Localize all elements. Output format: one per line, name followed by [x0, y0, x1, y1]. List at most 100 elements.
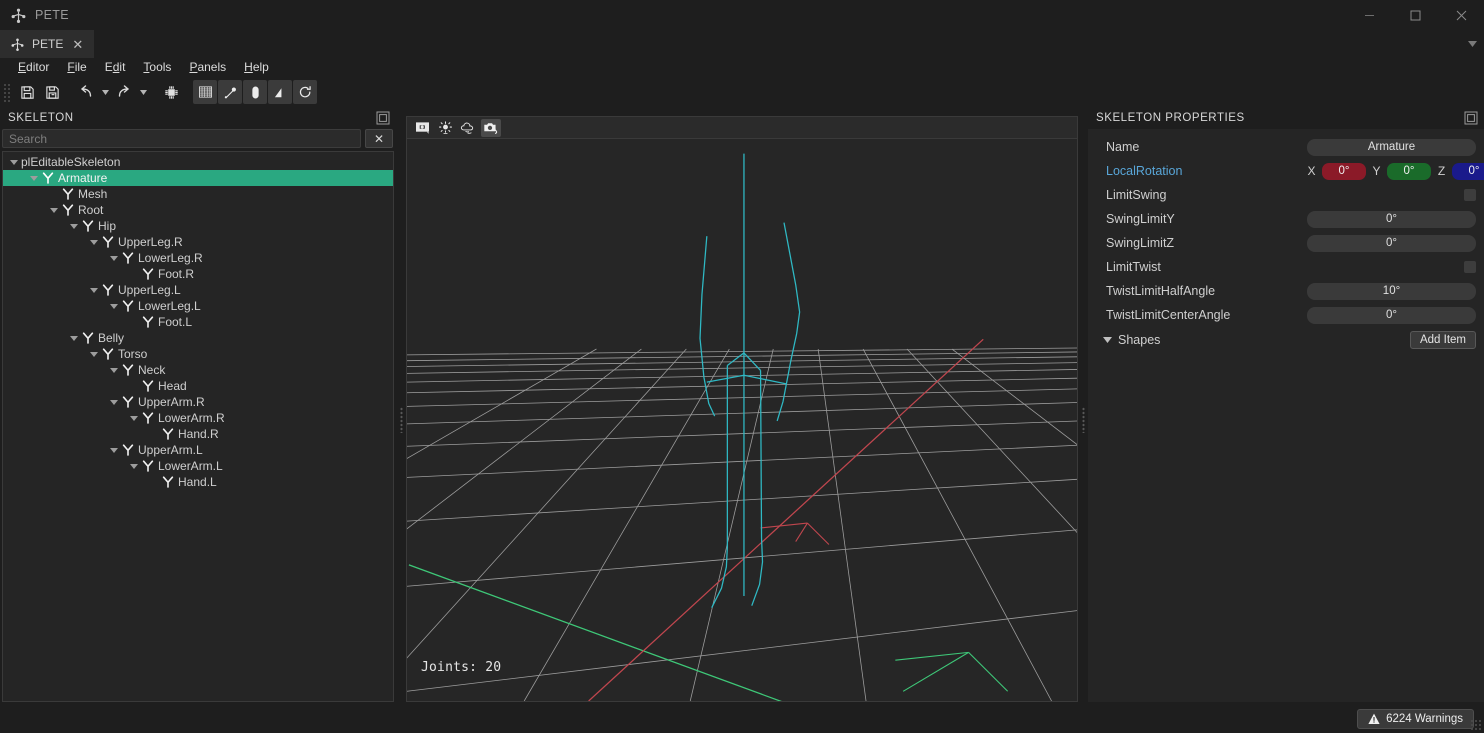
tree-item-hand-r[interactable]: Hand.R [3, 426, 393, 442]
left-splitter-grip[interactable] [400, 407, 403, 433]
redo-icon[interactable] [112, 80, 136, 104]
tree-item-upperleg-l[interactable]: UpperLeg.L [3, 282, 393, 298]
tree-item-hip[interactable]: Hip [3, 218, 393, 234]
property-value-swinglimitz[interactable]: 0° [1307, 235, 1476, 252]
tree-item-neck[interactable]: Neck [3, 362, 393, 378]
menu-panels[interactable]: Panels [180, 58, 235, 77]
tree-item-label: UpperArm.L [138, 442, 203, 458]
viewport-3d[interactable]: Joints: 20 [406, 138, 1078, 702]
tree-expand-chevron-down-icon[interactable] [107, 394, 121, 410]
tree-expand-chevron-down-icon[interactable] [107, 362, 121, 378]
tree-expand-chevron-down-icon[interactable] [127, 458, 141, 474]
tree-item-lowerarm-r[interactable]: LowerArm.R [3, 410, 393, 426]
tree-item-torso[interactable]: Torso [3, 346, 393, 362]
reset-tool-icon[interactable] [293, 80, 317, 104]
tree-item-pleditableskeleton[interactable]: plEditableSkeleton [3, 154, 393, 170]
right-splitter[interactable] [1078, 107, 1088, 733]
chip-icon[interactable] [159, 80, 183, 104]
tree-expand-chevron-down-icon[interactable] [107, 298, 121, 314]
menu-edit[interactable]: Edit [96, 58, 135, 77]
axis-field-x[interactable]: 0° [1322, 163, 1366, 180]
tree-expand-chevron-down-icon[interactable] [67, 330, 81, 346]
right-splitter-grip[interactable] [1082, 407, 1085, 433]
bone-icon [81, 331, 98, 345]
tree-item-lowerleg-r[interactable]: LowerLeg.R [3, 250, 393, 266]
tree-item-root[interactable]: Root [3, 202, 393, 218]
tab-overflow-chevron-down-icon[interactable] [1460, 30, 1484, 58]
search-clear-button[interactable]: ✕ [365, 129, 393, 148]
tree-expand-chevron-down-icon[interactable] [27, 170, 41, 186]
menu-help[interactable]: Help [235, 58, 278, 77]
tree-expand-chevron-down-icon[interactable] [7, 154, 21, 170]
tree-item-label: Hand.L [178, 474, 217, 490]
axis-field-y[interactable]: 0° [1387, 163, 1431, 180]
tree-expand-chevron-down-icon[interactable] [127, 410, 141, 426]
tree-item-foot-l[interactable]: Foot.L [3, 314, 393, 330]
close-button[interactable] [1438, 0, 1484, 30]
undo-dropdown-chevron-down-icon[interactable] [99, 80, 111, 104]
tree-expand-chevron-down-icon[interactable] [87, 234, 101, 250]
sky-icon[interactable] [458, 119, 478, 137]
popout-icon[interactable] [1464, 111, 1478, 125]
tree-item-upperarm-l[interactable]: UpperArm.L [3, 442, 393, 458]
search-input[interactable] [2, 129, 361, 148]
save-icon[interactable] [15, 80, 39, 104]
maximize-button[interactable] [1392, 0, 1438, 30]
tree-item-lowerleg-l[interactable]: LowerLeg.L [3, 298, 393, 314]
popout-icon[interactable] [376, 111, 390, 125]
tree-item-lowerarm-l[interactable]: LowerArm.L [3, 458, 393, 474]
axis-field-z[interactable]: 0° [1452, 163, 1484, 180]
tree-item-label: Mesh [78, 186, 107, 202]
skeleton-tree[interactable]: plEditableSkeletonArmatureMeshRootHipUpp… [2, 151, 394, 702]
property-value-twistlimithalfangle[interactable]: 10° [1307, 283, 1476, 300]
camera-icon[interactable] [481, 119, 501, 137]
window-resize-grip[interactable] [1470, 719, 1482, 731]
tab-pete[interactable]: PETE ✕ [0, 30, 94, 58]
light-icon[interactable] [435, 119, 455, 137]
tree-twisty-placeholder [127, 314, 141, 330]
tree-item-head[interactable]: Head [3, 378, 393, 394]
property-checkbox-limitswing[interactable] [1464, 189, 1476, 201]
tree-expand-chevron-down-icon[interactable] [87, 346, 101, 362]
property-checkbox-wrap-limitswing [1307, 189, 1476, 201]
left-splitter[interactable] [396, 107, 406, 733]
bone-tool-icon[interactable] [218, 80, 242, 104]
tree-item-armature[interactable]: Armature [3, 170, 393, 186]
tree-expand-chevron-down-icon[interactable] [47, 202, 61, 218]
tree-expand-chevron-down-icon[interactable] [67, 218, 81, 234]
save-all-icon[interactable] [40, 80, 64, 104]
shapes-expand-chevron-down-icon[interactable] [1100, 337, 1114, 343]
axis-letter-z: Z [1437, 164, 1446, 178]
menu-tools[interactable]: Tools [134, 58, 180, 77]
render-mode-icon[interactable] [412, 119, 432, 137]
tree-expand-chevron-down-icon[interactable] [107, 250, 121, 266]
menu-file[interactable]: File [58, 58, 95, 77]
tree-item-hand-l[interactable]: Hand.L [3, 474, 393, 490]
angle-tool-icon[interactable] [268, 80, 292, 104]
viewport-panel: Joints: 20 [406, 107, 1078, 733]
capsule-tool-icon[interactable] [243, 80, 267, 104]
menu-editor[interactable]: Editor [9, 58, 58, 77]
tree-expand-chevron-down-icon[interactable] [87, 282, 101, 298]
property-value-name[interactable]: Armature [1307, 139, 1476, 156]
tree-item-upperarm-r[interactable]: UpperArm.R [3, 394, 393, 410]
add-item-button[interactable]: Add Item [1410, 331, 1476, 349]
title-bar: PETE [0, 0, 1484, 30]
tree-expand-chevron-down-icon[interactable] [107, 442, 121, 458]
bone-icon [81, 219, 98, 233]
tree-item-upperleg-r[interactable]: UpperLeg.R [3, 234, 393, 250]
toolbar-drag-grip[interactable] [2, 82, 12, 102]
warnings-button[interactable]: 6224 Warnings [1357, 709, 1474, 729]
grid-icon[interactable] [193, 80, 217, 104]
minimize-button[interactable] [1346, 0, 1392, 30]
tree-item-foot-r[interactable]: Foot.R [3, 266, 393, 282]
property-value-twistlimitcenterangle[interactable]: 0° [1307, 307, 1476, 324]
redo-dropdown-chevron-down-icon[interactable] [137, 80, 149, 104]
property-label-localrotation[interactable]: LocalRotation [1106, 164, 1301, 178]
property-checkbox-limittwist[interactable] [1464, 261, 1476, 273]
undo-icon[interactable] [74, 80, 98, 104]
property-value-swinglimity[interactable]: 0° [1307, 211, 1476, 228]
tab-close-icon[interactable]: ✕ [70, 37, 85, 52]
tree-item-belly[interactable]: Belly [3, 330, 393, 346]
tree-item-mesh[interactable]: Mesh [3, 186, 393, 202]
